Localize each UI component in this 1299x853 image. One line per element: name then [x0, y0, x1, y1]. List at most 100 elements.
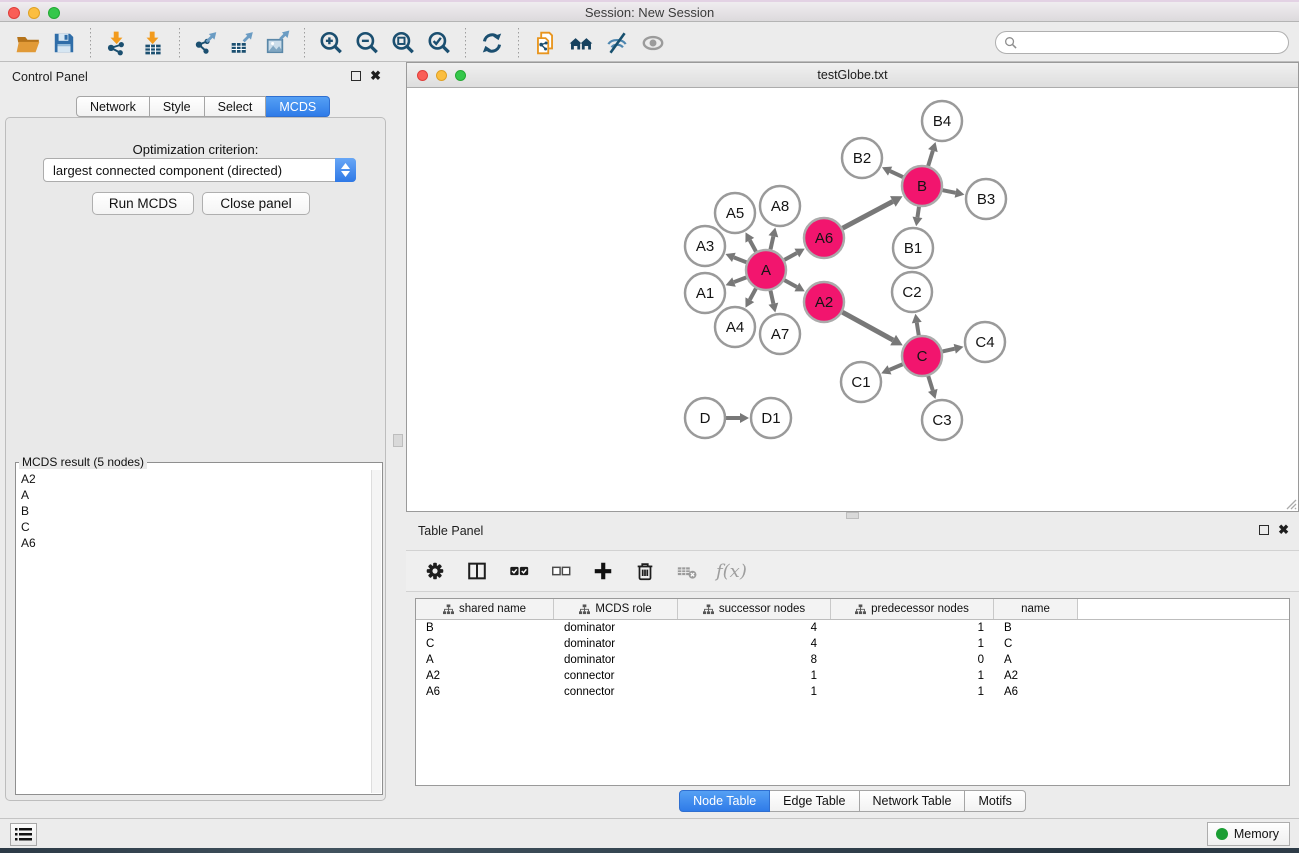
graph-edge[interactable] — [928, 376, 932, 390]
column-visibility-button[interactable] — [464, 558, 490, 584]
deselect-all-button[interactable] — [548, 558, 574, 584]
graph-node-B2[interactable] — [842, 138, 882, 178]
graph-node-A5[interactable] — [715, 193, 755, 233]
table-row[interactable]: A6 connector 1 1 A6 — [416, 684, 1289, 700]
result-item[interactable]: B — [17, 503, 371, 519]
zoom-in-button[interactable] — [313, 26, 349, 60]
save-session-button[interactable] — [46, 26, 82, 60]
graph-edge[interactable] — [842, 312, 893, 340]
tab-select[interactable]: Select — [205, 96, 267, 117]
close-panel-icon[interactable]: ✖ — [370, 71, 381, 81]
add-column-button[interactable] — [590, 558, 616, 584]
graph-node-A[interactable] — [746, 250, 786, 290]
tab-network-table[interactable]: Network Table — [860, 790, 966, 812]
float-panel-icon[interactable] — [351, 71, 361, 81]
table-row[interactable]: B dominator 4 1 B — [416, 620, 1289, 636]
column-header-successor-nodes[interactable]: successor nodes — [678, 599, 831, 619]
graph-edge[interactable] — [734, 277, 746, 282]
float-panel-icon[interactable] — [1259, 525, 1269, 535]
graph-edge[interactable] — [770, 291, 773, 304]
result-item[interactable]: A2 — [17, 471, 371, 487]
resize-grip-icon[interactable] — [1282, 495, 1297, 510]
graph-edge[interactable] — [734, 257, 747, 262]
homes-button[interactable] — [563, 26, 599, 60]
tab-node-table[interactable]: Node Table — [679, 790, 770, 812]
memory-button[interactable]: Memory — [1207, 822, 1290, 846]
split-divider-handle[interactable] — [846, 512, 859, 519]
task-list-button[interactable] — [10, 823, 37, 846]
column-header-shared-name[interactable]: shared name — [416, 599, 554, 619]
tab-style[interactable]: Style — [150, 96, 205, 117]
graph-node-C1[interactable] — [841, 362, 881, 402]
graph-edge[interactable] — [917, 207, 919, 218]
import-table-button[interactable] — [135, 26, 171, 60]
network-window-titlebar[interactable]: testGlobe.txt — [407, 63, 1298, 88]
run-mcds-button[interactable]: Run MCDS — [92, 192, 194, 215]
close-panel-icon[interactable]: ✖ — [1278, 525, 1289, 535]
delete-column-button[interactable] — [632, 558, 658, 584]
close-panel-button[interactable]: Close panel — [202, 192, 310, 215]
split-divider-handle[interactable] — [393, 434, 403, 447]
result-item[interactable]: A — [17, 487, 371, 503]
graph-node-D[interactable] — [685, 398, 725, 438]
table-row[interactable]: C dominator 4 1 C — [416, 636, 1289, 652]
graph-edge[interactable] — [750, 240, 756, 251]
graph-edge[interactable] — [784, 253, 796, 260]
result-item[interactable]: C — [17, 519, 371, 535]
graph-node-B3[interactable] — [966, 179, 1006, 219]
export-network-button[interactable] — [188, 26, 224, 60]
export-image-button[interactable] — [260, 26, 296, 60]
optimization-criterion-dropdown[interactable]: largest connected component (directed) — [43, 158, 356, 182]
graph-edge[interactable] — [943, 190, 956, 193]
function-builder-button[interactable]: f(x) — [716, 561, 747, 582]
show-details-button[interactable] — [635, 26, 671, 60]
open-session-button[interactable] — [10, 26, 46, 60]
search-input[interactable] — [1022, 36, 1280, 50]
table-row[interactable]: A2 connector 1 1 A2 — [416, 668, 1289, 684]
import-network-button[interactable] — [99, 26, 135, 60]
graph-node-D1[interactable] — [751, 398, 791, 438]
table-row[interactable]: A dominator 8 0 A — [416, 652, 1289, 668]
graph-node-B1[interactable] — [893, 228, 933, 268]
graph-node-A8[interactable] — [760, 186, 800, 226]
tab-motifs[interactable]: Motifs — [965, 790, 1025, 812]
zoom-selected-button[interactable] — [421, 26, 457, 60]
graph-node-C3[interactable] — [922, 400, 962, 440]
graph-node-C[interactable] — [902, 336, 942, 376]
tab-mcds[interactable]: MCDS — [266, 96, 330, 117]
graph-edge[interactable] — [917, 323, 919, 336]
graph-edge[interactable] — [750, 288, 756, 299]
zoom-fit-button[interactable] — [385, 26, 421, 60]
graph-edge[interactable] — [890, 364, 903, 370]
result-scrollbar[interactable] — [371, 470, 381, 793]
graph-node-B[interactable] — [902, 166, 942, 206]
graph-node-B4[interactable] — [922, 101, 962, 141]
graph-edge[interactable] — [784, 280, 796, 287]
column-header-mcds-role[interactable]: MCDS role — [554, 599, 678, 619]
settings-gear-button[interactable] — [422, 558, 448, 584]
graph-node-A4[interactable] — [715, 307, 755, 347]
graph-edge[interactable] — [843, 201, 893, 228]
tab-edge-table[interactable]: Edge Table — [770, 790, 859, 812]
result-item[interactable]: A6 — [17, 535, 371, 551]
select-all-button[interactable] — [506, 558, 532, 584]
graph-node-A7[interactable] — [760, 314, 800, 354]
hide-details-button[interactable] — [599, 26, 635, 60]
graph-edge[interactable] — [942, 349, 954, 352]
zoom-out-button[interactable] — [349, 26, 385, 60]
graph-edge[interactable] — [928, 151, 933, 166]
graph-edge[interactable] — [770, 236, 773, 249]
column-header-predecessor-nodes[interactable]: predecessor nodes — [831, 599, 994, 619]
tab-network[interactable]: Network — [76, 96, 150, 117]
column-header-name[interactable]: name — [994, 599, 1078, 619]
clone-network-button[interactable] — [527, 26, 563, 60]
network-canvas[interactable]: B4B2BB3A8A5A6A3B1AC2A1A2A4A7C4CC1C3DD1 — [407, 88, 1298, 511]
delete-table-button[interactable] — [674, 558, 700, 584]
export-table-button[interactable] — [224, 26, 260, 60]
graph-node-A2[interactable] — [804, 282, 844, 322]
graph-node-A1[interactable] — [685, 273, 725, 313]
graph-edge[interactable] — [890, 171, 903, 177]
refresh-button[interactable] — [474, 26, 510, 60]
graph-node-A6[interactable] — [804, 218, 844, 258]
graph-node-A3[interactable] — [685, 226, 725, 266]
